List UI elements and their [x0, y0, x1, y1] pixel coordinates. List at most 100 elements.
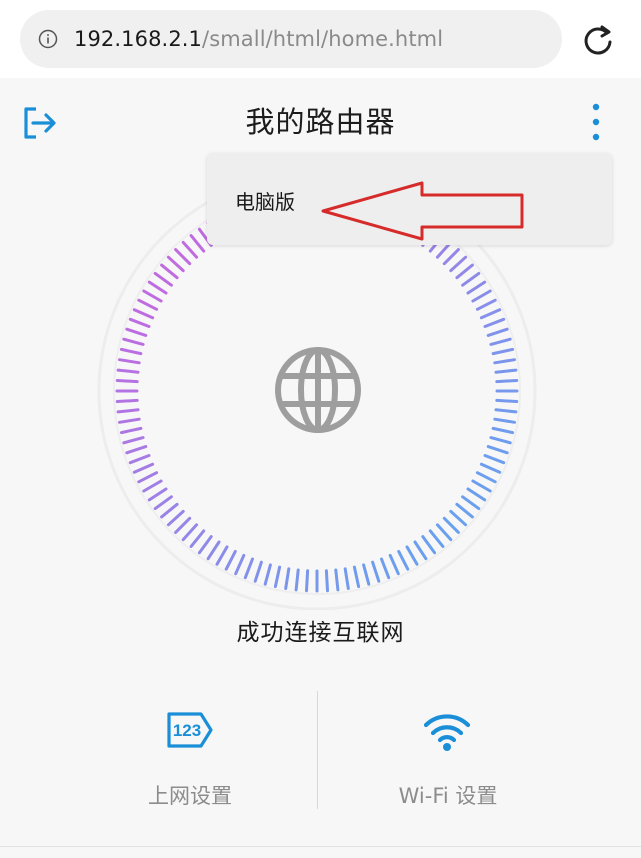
gauge-tick: [455, 263, 474, 280]
gauge-tick: [489, 436, 512, 445]
gauge-tick: [122, 436, 145, 445]
gauge-tick: [206, 540, 221, 561]
browser-address-bar: 192.168.2.1/small/html/home.html: [0, 0, 641, 78]
page-title: 我的路由器: [245, 105, 396, 139]
gauge-tick: [421, 535, 437, 555]
gauge-tick: [442, 516, 460, 534]
gauge-tick: [284, 567, 291, 590]
gauge-tick: [181, 240, 199, 259]
svg-text:123: 123: [173, 721, 201, 740]
gauge-tick: [147, 280, 168, 295]
gauge-tick: [471, 289, 492, 303]
gauge-tick: [189, 234, 206, 253]
gauge-tick: [352, 565, 361, 589]
gauge-tick: [388, 553, 400, 576]
gauge-tick: [461, 495, 481, 511]
gauge-tick: [125, 445, 148, 455]
gauge-tick: [475, 471, 497, 484]
gauge-tick: [147, 487, 168, 502]
gauge-tick: [466, 487, 487, 502]
annotation-arrow-icon: [321, 181, 524, 241]
gauge-tick: [122, 337, 145, 346]
gauge-tick: [494, 368, 518, 374]
gauge-tick: [116, 368, 140, 374]
more-vertical-icon[interactable]: [584, 102, 608, 142]
menu-item-desktop-version[interactable]: 电脑版: [235, 186, 295, 215]
gauge-tick: [137, 298, 159, 311]
gauge-tick: [174, 516, 192, 534]
gauge-tick: [380, 557, 391, 580]
gauge-tick: [189, 529, 206, 548]
reload-icon[interactable]: [580, 22, 616, 58]
gauge-tick: [137, 471, 159, 484]
gauge-tick: [273, 565, 282, 589]
gauge-tick: [153, 271, 173, 287]
gauge-tick: [115, 398, 139, 403]
gauge-tick: [455, 502, 474, 519]
connection-status-text: 成功连接互联网: [236, 620, 405, 646]
gauge-tick: [160, 263, 179, 280]
gauge-tick: [116, 408, 140, 414]
network-123-icon: 123: [167, 712, 213, 748]
url-text: 192.168.2.1/small/html/home.html: [74, 25, 443, 53]
gauge-tick: [153, 495, 173, 511]
url-host: 192.168.2.1: [74, 27, 203, 51]
wifi-settings-button[interactable]: Wi-Fi 设置: [298, 690, 598, 815]
gauge-tick: [449, 509, 468, 527]
info-icon[interactable]: [38, 29, 58, 49]
gauge-tick: [486, 327, 509, 337]
bottom-divider: [0, 846, 641, 847]
gauge-tick: [334, 568, 340, 592]
gauge-tick: [461, 271, 481, 287]
gauge-tick: [495, 398, 519, 403]
url-path: /small/html/home.html: [202, 27, 444, 51]
gauge-tick: [471, 479, 492, 493]
gauge-tick: [449, 255, 468, 273]
gauge-tick: [489, 337, 512, 346]
internet-settings-label: 上网设置: [148, 784, 232, 808]
gauge-tick: [215, 545, 229, 566]
gauge-tick: [174, 248, 192, 266]
gauge-tick: [115, 379, 139, 384]
globe-icon: [275, 347, 361, 433]
gauge-tick: [483, 454, 506, 465]
url-field[interactable]: 192.168.2.1/small/html/home.html: [20, 10, 562, 68]
gauge-tick: [435, 523, 453, 542]
gauge-tick: [475, 298, 497, 311]
gauge-tick: [263, 563, 272, 586]
gauge-tick: [142, 479, 163, 493]
gauge-tick: [343, 567, 350, 590]
wifi-settings-label: Wi-Fi 设置: [398, 784, 498, 808]
gauge-tick: [243, 557, 254, 580]
gauge-tick: [128, 317, 151, 328]
gauge-tick: [125, 327, 148, 337]
gauge-tick: [495, 379, 519, 384]
gauge-tick: [160, 502, 179, 519]
gauge-tick: [479, 462, 502, 474]
gauge-tick: [128, 454, 151, 465]
gauge-tick: [166, 255, 185, 273]
gauge-tick: [118, 417, 141, 424]
gauge-tick: [442, 248, 460, 266]
gauge-tick: [413, 540, 428, 561]
gauge-tick: [142, 289, 163, 303]
gauge-tick: [294, 568, 300, 592]
gauge-tick: [486, 445, 509, 455]
gauge-tick: [491, 426, 515, 435]
gauge-tick: [197, 535, 213, 555]
internet-settings-button[interactable]: 123 上网设置: [40, 690, 340, 815]
gauge-tick: [493, 417, 516, 424]
gauge-tick: [166, 509, 185, 527]
gauge-tick: [118, 358, 141, 365]
gauge-tick: [483, 317, 506, 328]
gauge-tick: [181, 523, 199, 542]
gauge-tick: [479, 308, 502, 320]
gauge-tick: [224, 549, 237, 571]
gauge-tick: [234, 553, 246, 576]
gauge-tick: [466, 280, 487, 295]
gauge-tick: [397, 549, 410, 571]
gauge-tick: [405, 545, 419, 566]
wifi-icon: [423, 714, 471, 751]
gauge-tick: [119, 426, 143, 435]
gauge-tick: [119, 347, 143, 356]
